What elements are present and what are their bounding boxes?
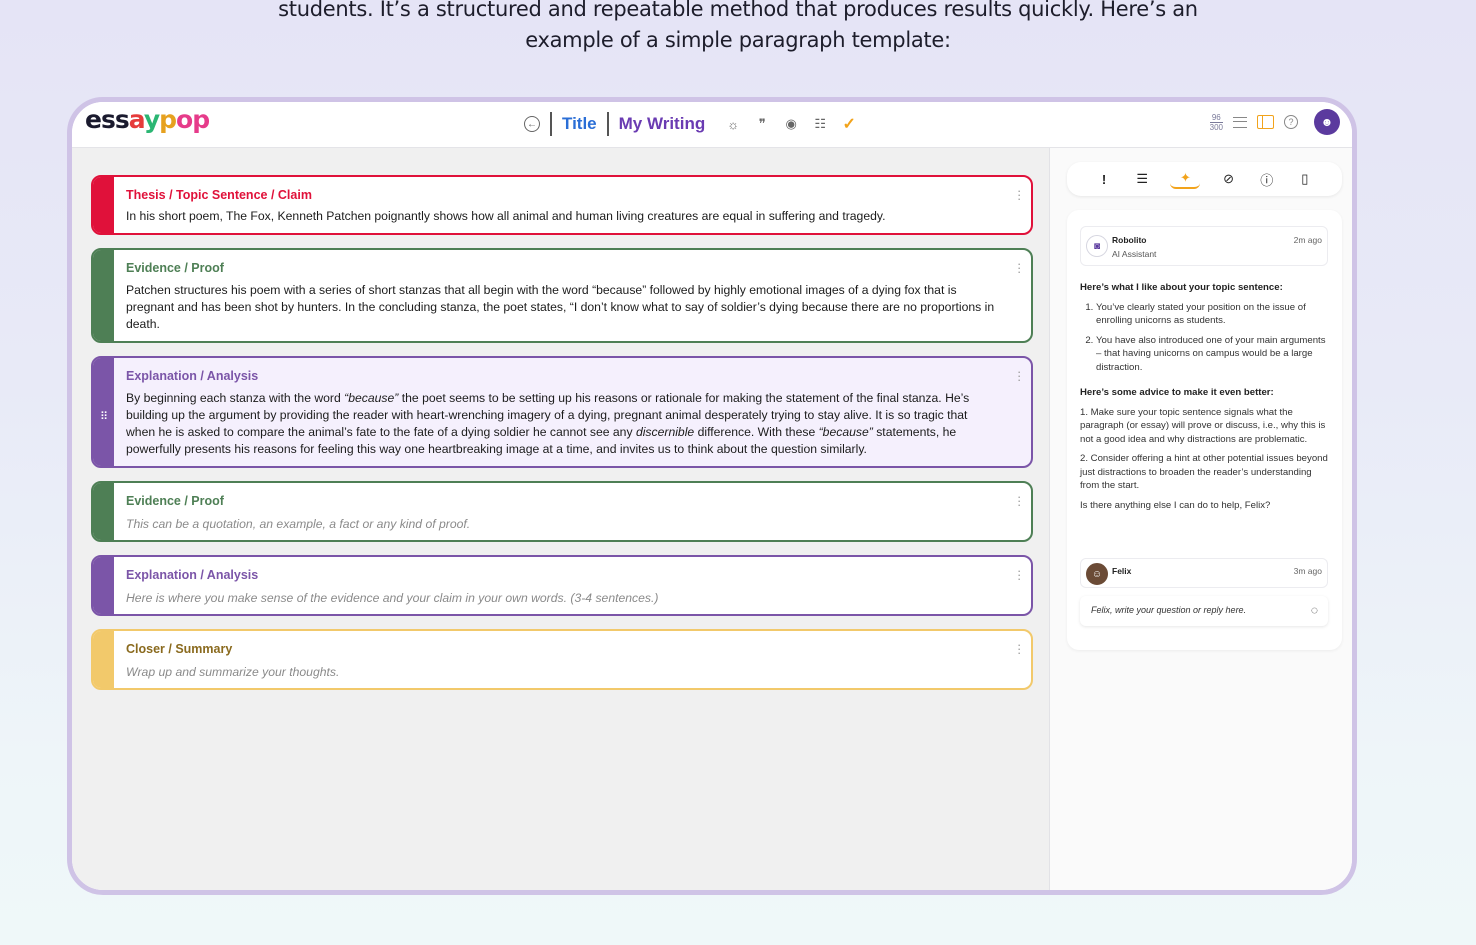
bot-message-body: Here’s what I like about your topic sent… (1080, 281, 1332, 512)
divider (606, 112, 609, 136)
card-label: Explanation / Analysis (126, 568, 259, 582)
menu-icon[interactable] (1233, 116, 1247, 128)
more-options-icon[interactable]: · · · (1017, 564, 1021, 585)
reply-placeholder: Felix, write your question or reply here… (1091, 605, 1247, 615)
word-count: 96 300 (1209, 112, 1223, 132)
tool-icons: ☼ ❞ ◉ ☷ ✓ (725, 116, 857, 133)
more-options-icon[interactable]: · · · (1017, 257, 1021, 278)
chat-bubble-icon[interactable]: ◌ (1311, 603, 1318, 617)
lightbulb-icon[interactable]: ☼ (725, 116, 741, 132)
card-color-bar (93, 177, 114, 233)
check-icon[interactable]: ✓ (841, 116, 857, 133)
card-label: Closer / Summary (126, 642, 233, 656)
card-evidence-1[interactable]: Evidence / Proof Patchen structures his … (91, 248, 1033, 343)
essaypop-logo[interactable]: essaypop (85, 105, 210, 134)
card-placeholder[interactable]: Here is where you make sense of the evid… (126, 590, 997, 607)
drag-handle-icon[interactable]: ⠿ (100, 410, 108, 423)
likes-list: You’ve clearly stated your position on t… (1080, 301, 1332, 375)
advice-item: 1. Make sure your topic sentence signals… (1080, 406, 1326, 445)
more-options-icon[interactable]: · · · (1017, 490, 1021, 511)
user-name: Felix (1112, 566, 1132, 576)
question-icon[interactable]: ⓘ (1257, 169, 1277, 189)
center-nav: ← Title My Writing ☼ ❞ ◉ ☷ ✓ (524, 110, 857, 138)
panel-toggle-icon[interactable] (1257, 115, 1274, 129)
quote-icon[interactable]: ❞ (754, 116, 770, 132)
document-icon[interactable]: ▯ (1295, 169, 1315, 189)
sparkle-icon[interactable]: ✦ (1170, 169, 1201, 189)
more-options-icon[interactable]: · · · (1017, 638, 1021, 659)
likes-heading: Here’s what I like about your topic sent… (1080, 282, 1283, 293)
user-avatar-icon: ☺ (1086, 563, 1108, 585)
list-item: You have also introduced one of your mai… (1096, 334, 1332, 375)
arrow-left-circle-icon[interactable]: ← (524, 116, 540, 132)
closing-text: Is there anything else I can do to help,… (1080, 499, 1271, 511)
card-label: Evidence / Proof (126, 494, 224, 508)
paragraph-editor: Thesis / Topic Sentence / Claim In his s… (72, 148, 1049, 890)
card-text[interactable]: By beginning each stanza with the word “… (126, 390, 997, 458)
app-window: essaypop ← Title My Writing ☼ ❞ ◉ ☷ ✓ 96… (67, 97, 1357, 895)
user-message-header: ☺ Felix 3m ago (1080, 558, 1328, 588)
card-placeholder[interactable]: Wrap up and summarize your thoughts. (126, 664, 997, 681)
card-label: Explanation / Analysis (126, 369, 259, 383)
card-label: Evidence / Proof (126, 261, 224, 275)
help-icon[interactable]: ? (1284, 115, 1298, 129)
title-link[interactable]: Title (562, 114, 597, 134)
chat-panel: ◙ Robolito AI Assistant 2m ago Here’s wh… (1067, 210, 1342, 650)
card-text[interactable]: In his short poem, The Fox, Kenneth Patc… (126, 208, 997, 225)
user-time: 3m ago (1293, 566, 1322, 576)
sidebar-tabs: ! ☰ ✦ ⊘ ⓘ ▯ (1067, 162, 1342, 196)
card-explanation-1[interactable]: ⠿ Explanation / Analysis By beginning ea… (91, 356, 1033, 468)
user-avatar[interactable]: ☻ (1314, 109, 1340, 135)
card-color-bar (93, 250, 114, 341)
card-label: Thesis / Topic Sentence / Claim (126, 188, 312, 202)
eye-icon[interactable]: ◉ (783, 116, 799, 132)
card-color-bar (93, 631, 114, 688)
exclamation-icon[interactable]: ! (1094, 169, 1114, 189)
advice-item: 2. Consider offering a hint at other pot… (1080, 453, 1328, 491)
list-icon[interactable]: ☰ (1132, 169, 1152, 189)
bot-name: Robolito (1112, 235, 1147, 245)
assistant-sidebar: ! ☰ ✦ ⊘ ⓘ ▯ ◙ Robolito AI Assistant 2m a… (1049, 148, 1352, 890)
card-color-bar (93, 483, 114, 540)
list-item: You’ve clearly stated your position on t… (1096, 301, 1332, 328)
reply-input[interactable]: Felix, write your question or reply here… (1080, 596, 1328, 626)
robot-avatar-icon: ◙ (1086, 235, 1108, 257)
card-color-bar (93, 557, 114, 614)
compass-icon[interactable]: ⊘ (1219, 169, 1239, 189)
right-nav: 96 300 ? ☻ (1209, 109, 1340, 135)
bot-message-header: ◙ Robolito AI Assistant 2m ago (1080, 226, 1328, 266)
card-closer[interactable]: Closer / Summary Wrap up and summarize y… (91, 629, 1033, 690)
robot-icon[interactable]: ☷ (812, 116, 828, 132)
card-text[interactable]: Patchen structures his poem with a serie… (126, 282, 997, 333)
intro-line-1: students. It’s a structured and repeatab… (278, 0, 1198, 21)
card-placeholder[interactable]: This can be a quotation, an example, a f… (126, 516, 997, 533)
more-options-icon[interactable]: · · · (1017, 184, 1021, 205)
intro-text: students. It’s a structured and repeatab… (0, 0, 1476, 56)
intro-line-2: example of a simple paragraph template: (525, 28, 951, 52)
card-evidence-2[interactable]: Evidence / Proof This can be a quotation… (91, 481, 1033, 542)
advice-heading: Here’s some advice to make it even bette… (1080, 387, 1274, 398)
card-thesis[interactable]: Thesis / Topic Sentence / Claim In his s… (91, 175, 1033, 235)
card-explanation-2[interactable]: Explanation / Analysis Here is where you… (91, 555, 1033, 616)
bot-time: 2m ago (1293, 235, 1322, 245)
top-bar: essaypop ← Title My Writing ☼ ❞ ◉ ☷ ✓ 96… (72, 102, 1352, 148)
bot-role: AI Assistant (1112, 249, 1157, 259)
more-options-icon[interactable]: · · · (1017, 365, 1021, 386)
my-writing-link[interactable]: My Writing (619, 114, 706, 134)
divider (550, 112, 552, 136)
